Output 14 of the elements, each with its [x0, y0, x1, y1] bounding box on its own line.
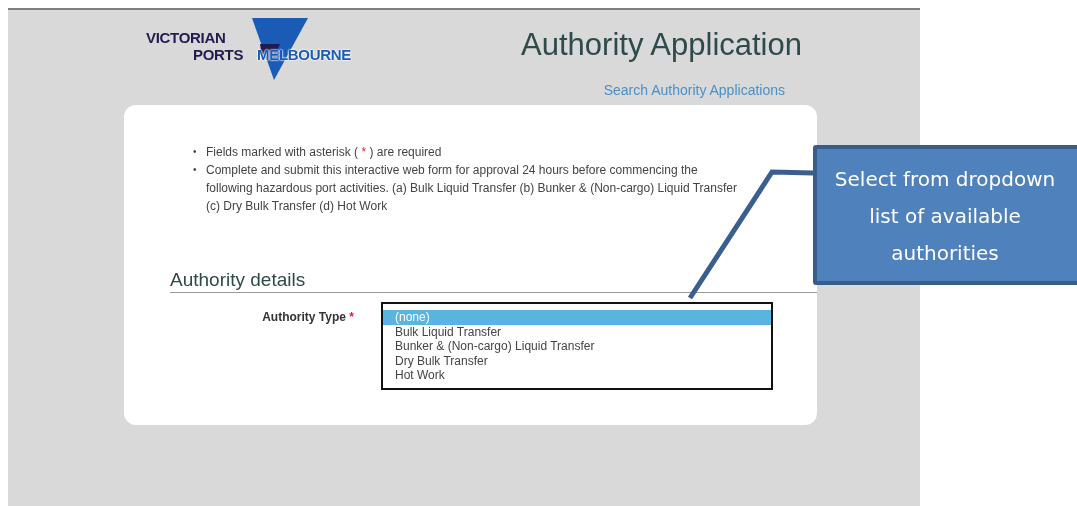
logo-text: PORTS	[193, 47, 244, 62]
listbox-option[interactable]: Bunker & (Non-cargo) Liquid Transfer	[383, 339, 771, 354]
instruction-text: Complete and submit this interactive web form for approval 24 hours before commencing the following hazardous port activities. (a) Bulk Liquid Transfer (b) Bunker & (Non-cargo) Liquid Transfer (c) Dry Bulk Transfer (d) Hot Work	[206, 162, 738, 215]
listbox-option[interactable]: Bulk Liquid Transfer	[383, 324, 771, 340]
bullet: •	[193, 163, 198, 177]
field-label: Authority Type *	[261, 309, 354, 326]
logo-text: VICTORIAN	[146, 30, 226, 45]
authority-type-listbox[interactable]: (none) Bulk Liquid Transfer Bunker & (Non-cargo) Liquid Transfer Dry Bulk Transfer Hot Work	[381, 302, 773, 390]
callout-text: Select from dropdown list of available authorities	[813, 145, 1077, 285]
bullet: •	[193, 145, 198, 159]
listbox-option[interactable]: Hot Work	[383, 368, 771, 383]
instruction-text: Fields marked with asterisk ( * ) are required	[206, 144, 443, 161]
page-title: Authority Application	[521, 26, 802, 64]
listbox-option[interactable]: Dry Bulk Transfer	[383, 353, 771, 369]
